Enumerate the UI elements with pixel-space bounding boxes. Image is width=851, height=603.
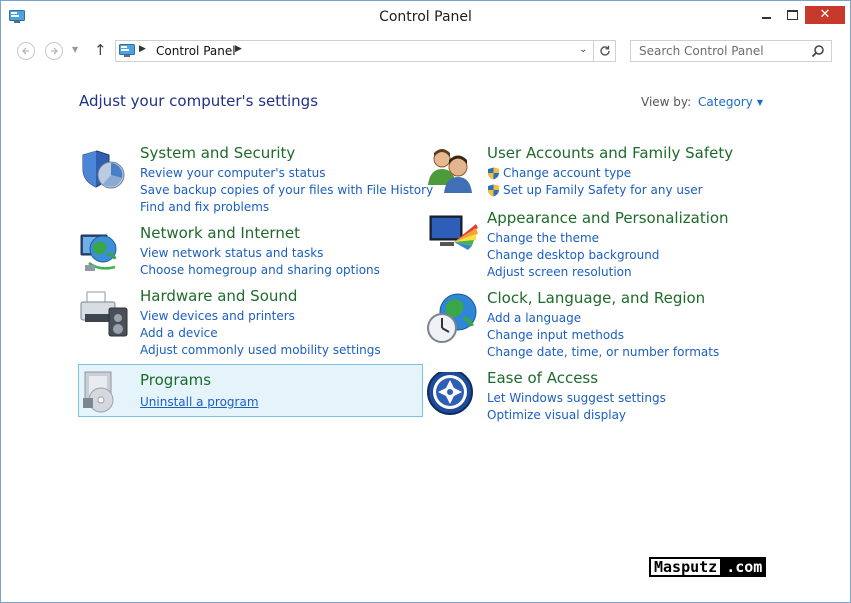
ease-of-access-icon[interactable] bbox=[426, 372, 480, 426]
network-internet-links: View network status and tasks Choose hom… bbox=[140, 245, 380, 279]
category-title-system-security[interactable]: System and Security bbox=[140, 144, 295, 162]
close-icon: ✕ bbox=[819, 7, 831, 22]
category-title-clock-language[interactable]: Clock, Language, and Region bbox=[487, 289, 705, 307]
link-input-methods[interactable]: Change input methods bbox=[487, 327, 719, 344]
printer-icon[interactable] bbox=[79, 290, 133, 344]
link-add-language[interactable]: Add a language bbox=[487, 310, 719, 327]
system-security-links: Review your computer's status Save backu… bbox=[140, 165, 433, 216]
link-text[interactable]: Change account type bbox=[503, 166, 631, 180]
link-uninstall-program[interactable]: Uninstall a program bbox=[140, 394, 259, 411]
navigation-bar: ▼ ↑ ▶ Control Panel ▶ ⌄ bbox=[1, 39, 850, 65]
minimize-button[interactable] bbox=[753, 6, 779, 24]
back-button[interactable] bbox=[17, 42, 35, 60]
link-homegroup[interactable]: Choose homegroup and sharing options bbox=[140, 262, 380, 279]
breadcrumb-control-panel[interactable]: Control Panel bbox=[156, 44, 236, 58]
watermark-part2: .com bbox=[722, 557, 767, 577]
link-optimize-display[interactable]: Optimize visual display bbox=[487, 407, 666, 424]
link-windows-suggest[interactable]: Let Windows suggest settings bbox=[487, 390, 666, 407]
address-dropdown-icon[interactable]: ⌄ bbox=[579, 44, 587, 55]
page-title: Adjust your computer's settings bbox=[79, 92, 319, 110]
link-change-theme[interactable]: Change the theme bbox=[487, 230, 659, 247]
category-title-ease-of-access[interactable]: Ease of Access bbox=[487, 369, 598, 387]
control-panel-window: Control Panel ✕ ▼ ↑ ▶ Control Panel ▶ ⌄ bbox=[0, 0, 851, 603]
watermark-logo: Masputz .com bbox=[649, 557, 803, 577]
category-title-programs[interactable]: Programs bbox=[140, 371, 211, 389]
appearance-monitor-icon[interactable] bbox=[426, 212, 480, 266]
refresh-icon bbox=[600, 45, 610, 56]
hardware-sound-links: View devices and printers Add a device A… bbox=[140, 308, 381, 359]
forward-button[interactable] bbox=[45, 42, 63, 60]
watermark-part1: Masputz bbox=[649, 557, 723, 577]
window-title: Control Panel bbox=[379, 9, 472, 25]
minimize-icon bbox=[761, 17, 771, 19]
view-by-dropdown[interactable]: Category ▼ bbox=[698, 95, 763, 109]
link-file-history[interactable]: Save backup copies of your files with Fi… bbox=[140, 182, 433, 199]
category-title-hardware-sound[interactable]: Hardware and Sound bbox=[140, 287, 297, 305]
close-button[interactable]: ✕ bbox=[805, 6, 845, 24]
address-bar[interactable]: ▶ Control Panel ▶ ⌄ bbox=[115, 40, 616, 62]
link-screen-resolution[interactable]: Adjust screen resolution bbox=[487, 264, 659, 281]
link-desktop-background[interactable]: Change desktop background bbox=[487, 247, 659, 264]
breadcrumb-chevron-icon[interactable]: ▶ bbox=[139, 44, 146, 54]
maximize-button[interactable] bbox=[779, 6, 805, 24]
back-arrow-icon bbox=[22, 47, 29, 55]
category-title-user-accounts[interactable]: User Accounts and Family Safety bbox=[487, 144, 733, 162]
users-icon[interactable] bbox=[426, 147, 480, 201]
category-title-network-internet[interactable]: Network and Internet bbox=[140, 224, 300, 242]
programs-icon[interactable] bbox=[79, 368, 133, 422]
view-by-label: View by: bbox=[641, 95, 692, 109]
link-date-time-formats[interactable]: Change date, time, or number formats bbox=[487, 344, 719, 361]
view-by-value[interactable]: Category bbox=[698, 95, 753, 109]
control-panel-icon bbox=[119, 44, 135, 57]
maximize-icon bbox=[786, 10, 798, 20]
user-accounts-links: Change account type Set up Family Safety… bbox=[487, 165, 703, 199]
link-find-fix-problems[interactable]: Find and fix problems bbox=[140, 199, 433, 216]
up-button[interactable]: ↑ bbox=[94, 41, 107, 59]
link-network-status[interactable]: View network status and tasks bbox=[140, 245, 380, 262]
chevron-down-icon[interactable]: ▼ bbox=[757, 98, 763, 107]
category-title-appearance[interactable]: Appearance and Personalization bbox=[487, 209, 729, 227]
search-box[interactable] bbox=[630, 40, 832, 62]
ease-of-access-links: Let Windows suggest settings Optimize vi… bbox=[487, 390, 666, 424]
refresh-button[interactable] bbox=[593, 41, 616, 61]
link-text[interactable]: Set up Family Safety for any user bbox=[503, 183, 703, 197]
recent-locations-chevron-icon[interactable]: ▼ bbox=[72, 45, 78, 54]
breadcrumb-chevron-icon[interactable]: ▶ bbox=[235, 44, 242, 54]
appearance-links: Change the theme Change desktop backgrou… bbox=[487, 230, 659, 281]
link-review-status[interactable]: Review your computer's status bbox=[140, 165, 433, 182]
programs-links: Uninstall a program bbox=[140, 394, 259, 411]
uac-shield-icon bbox=[488, 184, 499, 197]
title-bar: Control Panel ✕ bbox=[1, 1, 850, 33]
watermark-text: Masputz .com bbox=[649, 557, 803, 577]
link-family-safety[interactable]: Set up Family Safety for any user bbox=[487, 182, 703, 199]
clock-language-links: Add a language Change input methods Chan… bbox=[487, 310, 719, 361]
search-icon[interactable] bbox=[811, 44, 825, 58]
uac-shield-icon bbox=[488, 167, 499, 180]
link-mobility-settings[interactable]: Adjust commonly used mobility settings bbox=[140, 342, 381, 359]
link-change-account-type[interactable]: Change account type bbox=[487, 165, 703, 182]
clock-globe-icon[interactable] bbox=[426, 292, 480, 346]
network-globe-icon[interactable] bbox=[79, 227, 133, 281]
forward-arrow-icon bbox=[51, 47, 58, 55]
search-input[interactable] bbox=[631, 41, 809, 61]
link-add-device[interactable]: Add a device bbox=[140, 325, 381, 342]
link-devices-printers[interactable]: View devices and printers bbox=[140, 308, 381, 325]
shield-icon[interactable] bbox=[79, 147, 133, 201]
